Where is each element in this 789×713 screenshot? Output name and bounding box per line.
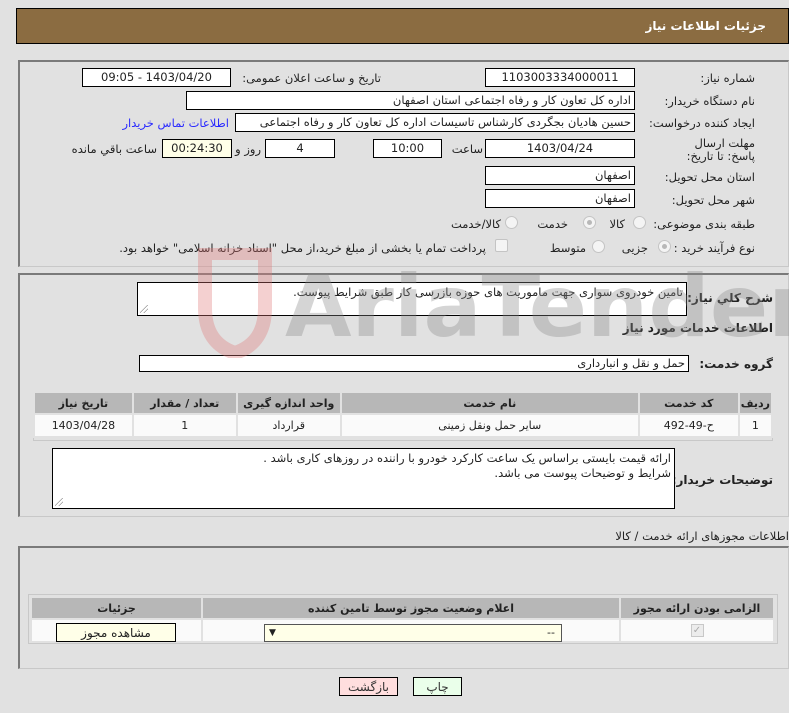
col-permit-status: اعلام وضعیت مجوز توسط تامین کننده	[201, 596, 621, 620]
col-row-number: ردیف	[737, 391, 774, 415]
category-radio-goods-service[interactable]	[505, 216, 518, 229]
process-radio-medium[interactable]	[592, 240, 605, 253]
need-number-label: شماره نیاز:	[700, 71, 755, 85]
category-option-goods-service: کالا/خدمت	[450, 217, 501, 231]
category-radio-service[interactable]	[583, 216, 596, 229]
resize-grip-icon[interactable]	[140, 305, 148, 313]
permit-required-checkbox: ✓	[690, 624, 704, 638]
permits-section-title: اطلاعات مجوزهای ارائه خدمت / کالا	[615, 529, 789, 543]
cell-row-number: 1	[737, 413, 774, 438]
description-text: تامین خودروی سواری جهت ماموریت های حوزه …	[293, 285, 683, 299]
view-permit-button[interactable]: مشاهده مجوز	[56, 623, 176, 642]
creator-field: حسین هادیان بجگردی کارشناس تاسیسات اداره…	[235, 113, 635, 132]
days-label: روز و	[235, 142, 261, 156]
remaining-time-label: ساعت باقي مانده	[71, 142, 157, 156]
services-section-title: اطلاعات خدمات مورد نیاز	[622, 321, 773, 335]
buyer-contact-link[interactable]: اطلاعات تماس خریدار	[122, 116, 229, 130]
process-option-minor: جزیی	[621, 241, 648, 255]
category-option-service: خدمت	[537, 217, 568, 231]
buyer-notes-line-2: شرایط و توضیحات پیوست می باشد.	[494, 466, 671, 480]
buyer-notes-line-1: ارائه قیمت بایستی براساس یک ساعت کارکرد …	[263, 451, 671, 465]
category-label: طبقه بندی موضوعی:	[653, 217, 755, 231]
cell-need-date: 1403/04/28	[33, 413, 134, 438]
category-radio-goods[interactable]	[633, 216, 646, 229]
resize-grip-icon[interactable]	[55, 498, 63, 506]
col-need-date: تاریخ نیاز	[33, 391, 134, 415]
deadline-time-field: 10:00	[373, 139, 442, 158]
cell-service-name: سایر حمل ونقل زمینی	[339, 413, 640, 438]
remaining-time-field: 00:24:30	[162, 139, 232, 158]
buyer-org-field: اداره کل تعاون کار و رفاه اجتماعی استان …	[186, 91, 635, 110]
creator-label: ایجاد کننده درخواست:	[649, 116, 755, 130]
announce-datetime-field: 1403/04/20 - 09:05	[82, 68, 231, 87]
city-field: اصفهان	[485, 189, 635, 208]
deadline-date-field: 1403/04/24	[485, 139, 635, 158]
print-button[interactable]: چاپ	[413, 677, 462, 696]
cell-permit-required: ✓	[619, 618, 775, 643]
col-service-code: کد خدمت	[637, 391, 740, 415]
treasury-note: پرداخت تمام یا بخشی از مبلغ خرید،از محل …	[119, 241, 486, 255]
cell-unit: قرارداد	[235, 413, 342, 438]
permit-status-value: --	[547, 626, 555, 639]
need-number-field: 1103003334000011	[485, 68, 635, 87]
cell-quantity: 1	[131, 413, 238, 438]
col-service-name: نام خدمت	[339, 391, 640, 415]
service-group-label: گروه خدمت:	[699, 357, 773, 371]
process-option-medium: متوسط	[549, 241, 586, 255]
col-permit-details: جزئیات	[30, 596, 203, 620]
treasury-checkbox[interactable]	[495, 239, 508, 252]
col-permit-required: الزامی بودن ارائه مجوز	[619, 596, 775, 620]
description-textarea[interactable]: تامین خودروی سواری جهت ماموریت های حوزه …	[137, 282, 687, 316]
process-radio-minor[interactable]	[658, 240, 671, 253]
table-row: 1 ح-49-492 سایر حمل ونقل زمینی قرارداد 1…	[33, 413, 774, 438]
province-label: استان محل تحویل:	[664, 170, 755, 184]
chevron-down-icon: ▼	[269, 628, 276, 638]
col-unit: واحد اندازه گیری	[235, 391, 342, 415]
services-table: ردیف کد خدمت نام خدمت واحد اندازه گیری ت…	[33, 391, 774, 438]
buyer-notes-textarea[interactable]: ارائه قیمت بایستی براساس یک ساعت کارکرد …	[52, 448, 675, 509]
back-button[interactable]: بازگشت	[339, 677, 398, 696]
category-option-goods: کالا	[609, 217, 625, 231]
deadline-label: مهلت ارسال پاسخ: تا تاریخ:	[686, 136, 755, 163]
city-label: شهر محل تحویل:	[671, 193, 755, 207]
province-field: اصفهان	[485, 166, 635, 185]
announce-datetime-label: تاریخ و ساعت اعلان عمومی:	[242, 71, 381, 85]
days-remaining-field: 4	[265, 139, 335, 158]
buyer-notes-label: توضیحات خریدار:	[671, 473, 773, 487]
deadline-time-label: ساعت	[451, 142, 483, 156]
col-quantity: تعداد / مقدار	[131, 391, 238, 415]
permits-header-row: الزامی بودن ارائه مجوز اعلام وضعیت مجوز …	[30, 596, 775, 620]
cell-service-code: ح-49-492	[637, 413, 740, 438]
page-header: جزئیات اطلاعات نیاز	[16, 8, 789, 44]
process-label: نوع فرآیند خرید :	[673, 241, 755, 255]
buyer-org-label: نام دستگاه خریدار:	[664, 94, 755, 108]
description-label: شرح کلي نیاز:	[687, 291, 773, 305]
permit-status-select[interactable]: -- ▼	[264, 624, 562, 642]
services-header-row: ردیف کد خدمت نام خدمت واحد اندازه گیری ت…	[33, 391, 774, 415]
page-title: جزئیات اطلاعات نیاز	[645, 19, 766, 33]
service-group-field: حمل و نقل و انبارداری	[139, 355, 689, 372]
